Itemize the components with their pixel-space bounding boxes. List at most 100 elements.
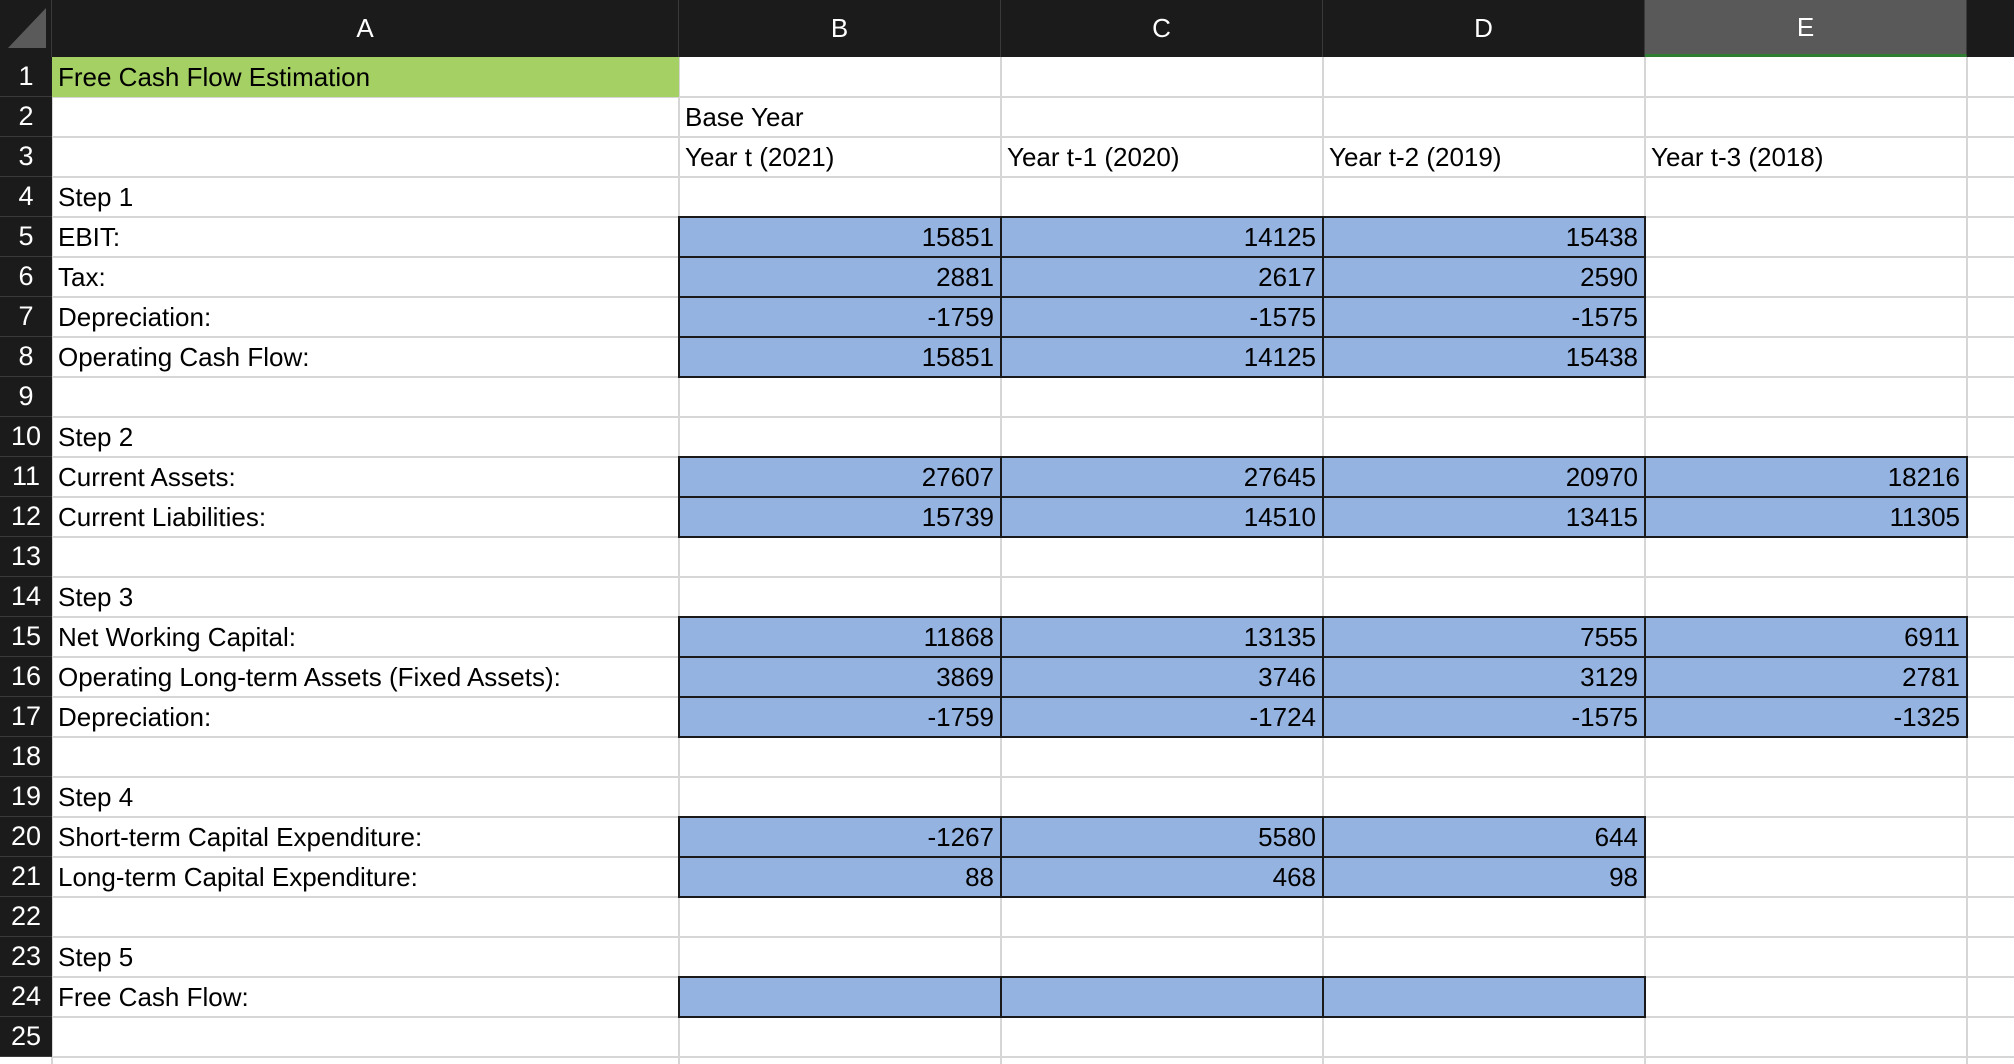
select-all-corner[interactable] [0,0,52,57]
row-label-cell[interactable]: Net Working Capital: [52,617,679,657]
row-header-9[interactable]: 9 [0,377,52,417]
value-cell[interactable]: 18216 [1644,456,1968,498]
row-header-6[interactable]: 6 [0,257,52,297]
value-cell[interactable]: 15739 [678,496,1002,538]
row-label-cell[interactable]: Operating Long-term Assets (Fixed Assets… [52,657,679,697]
row-label-cell[interactable]: Step 5 [52,937,679,977]
year-header-cell[interactable]: Year t-3 (2018) [1645,137,1967,177]
row-label-cell[interactable]: Step 1 [52,177,679,217]
column-header-e[interactable]: E [1645,0,1967,57]
value-cell[interactable]: 2881 [678,256,1002,298]
row-header-13[interactable]: 13 [0,537,52,577]
row-label-cell[interactable]: Step 2 [52,417,679,457]
year-header-cell[interactable]: Year t (2021) [679,137,1001,177]
value-cell[interactable]: 14510 [1000,496,1324,538]
row-label-cell[interactable]: Step 4 [52,777,679,817]
value-cell[interactable]: 15851 [678,216,1002,258]
value-cell[interactable]: 13135 [1000,616,1324,658]
value-cell[interactable]: -1759 [678,696,1002,738]
value-cell[interactable]: 7555 [1322,616,1646,658]
grid-line-vertical [1966,57,1968,1064]
value-cell[interactable] [678,976,1002,1018]
row-header-3[interactable]: 3 [0,137,52,177]
row-header-5[interactable]: 5 [0,217,52,257]
row-header-23[interactable]: 23 [0,937,52,977]
column-header-d[interactable]: D [1323,0,1645,57]
row-header-20[interactable]: 20 [0,817,52,857]
value-cell[interactable]: -1575 [1322,296,1646,338]
base-year-cell[interactable]: Base Year [679,97,1001,137]
row-label-cell[interactable]: EBIT: [52,217,679,257]
row-label-cell[interactable]: Depreciation: [52,697,679,737]
value-cell[interactable]: 13415 [1322,496,1646,538]
value-cell[interactable]: 3746 [1000,656,1324,698]
row-header-22[interactable]: 22 [0,897,52,937]
value-cell[interactable]: 5580 [1000,816,1324,858]
value-cell[interactable]: 15438 [1322,216,1646,258]
row-header-18[interactable]: 18 [0,737,52,777]
value-cell[interactable] [1000,976,1324,1018]
value-cell[interactable]: 3869 [678,656,1002,698]
value-cell[interactable]: -1325 [1644,696,1968,738]
row-header-8[interactable]: 8 [0,337,52,377]
row-header-7[interactable]: 7 [0,297,52,337]
value-cell[interactable]: 2617 [1000,256,1324,298]
value-cell[interactable]: 15851 [678,336,1002,378]
value-cell[interactable]: 644 [1322,816,1646,858]
row-label-cell[interactable]: Depreciation: [52,297,679,337]
row-header-1[interactable]: 1 [0,57,52,97]
value-cell[interactable]: 14125 [1000,216,1324,258]
value-cell[interactable]: 88 [678,856,1002,898]
row-label-cell[interactable]: Short-term Capital Expenditure: [52,817,679,857]
row-label-cell[interactable]: Long-term Capital Expenditure: [52,857,679,897]
grid-line-horizontal [52,1056,2014,1058]
value-cell[interactable]: -1759 [678,296,1002,338]
column-header-b[interactable]: B [679,0,1001,57]
value-cell[interactable]: 98 [1322,856,1646,898]
value-cell[interactable]: -1575 [1000,296,1324,338]
value-cell[interactable]: 14125 [1000,336,1324,378]
column-header-c[interactable]: C [1001,0,1323,57]
value-cell[interactable]: 3129 [1322,656,1646,698]
value-cell[interactable]: 27645 [1000,456,1324,498]
spreadsheet-grid: A B C D E 1 2 3 4 5 6 7 8 9 10 11 12 13 14 15 16 17 18 19 20 21 22… [0,0,2014,1064]
row-header-24[interactable]: 24 [0,977,52,1017]
row-label-cell[interactable]: Operating Cash Flow: [52,337,679,377]
select-all-triangle-icon [8,8,46,48]
value-cell[interactable]: 27607 [678,456,1002,498]
row-header-16[interactable]: 16 [0,657,52,697]
row-label-cell[interactable]: Free Cash Flow: [52,977,679,1017]
row-header-10[interactable]: 10 [0,417,52,457]
row-label-cell[interactable]: Step 3 [52,577,679,617]
row-header-2[interactable]: 2 [0,97,52,137]
value-cell[interactable]: 2781 [1644,656,1968,698]
row-header-4[interactable]: 4 [0,177,52,217]
row-header-11[interactable]: 11 [0,457,52,497]
year-header-cell[interactable]: Year t-2 (2019) [1323,137,1645,177]
row-header-25[interactable]: 25 [0,1017,52,1057]
column-header-a[interactable]: A [52,0,679,57]
row-header-15[interactable]: 15 [0,617,52,657]
row-header-12[interactable]: 12 [0,497,52,537]
value-cell[interactable]: 6911 [1644,616,1968,658]
row-label-cell[interactable]: Tax: [52,257,679,297]
title-cell[interactable]: Free Cash Flow Estimation [52,57,679,97]
value-cell[interactable] [1322,976,1646,1018]
row-header-21[interactable]: 21 [0,857,52,897]
grid-line-vertical [1000,57,1002,1064]
value-cell[interactable]: -1575 [1322,696,1646,738]
value-cell[interactable]: 15438 [1322,336,1646,378]
value-cell[interactable]: 11868 [678,616,1002,658]
value-cell[interactable]: 468 [1000,856,1324,898]
value-cell[interactable]: 11305 [1644,496,1968,538]
row-header-19[interactable]: 19 [0,777,52,817]
row-label-cell[interactable]: Current Liabilities: [52,497,679,537]
row-label-cell[interactable]: Current Assets: [52,457,679,497]
value-cell[interactable]: -1724 [1000,696,1324,738]
row-header-17[interactable]: 17 [0,697,52,737]
value-cell[interactable]: 2590 [1322,256,1646,298]
value-cell[interactable]: 20970 [1322,456,1646,498]
year-header-cell[interactable]: Year t-1 (2020) [1001,137,1323,177]
row-header-14[interactable]: 14 [0,577,52,617]
value-cell[interactable]: -1267 [678,816,1002,858]
